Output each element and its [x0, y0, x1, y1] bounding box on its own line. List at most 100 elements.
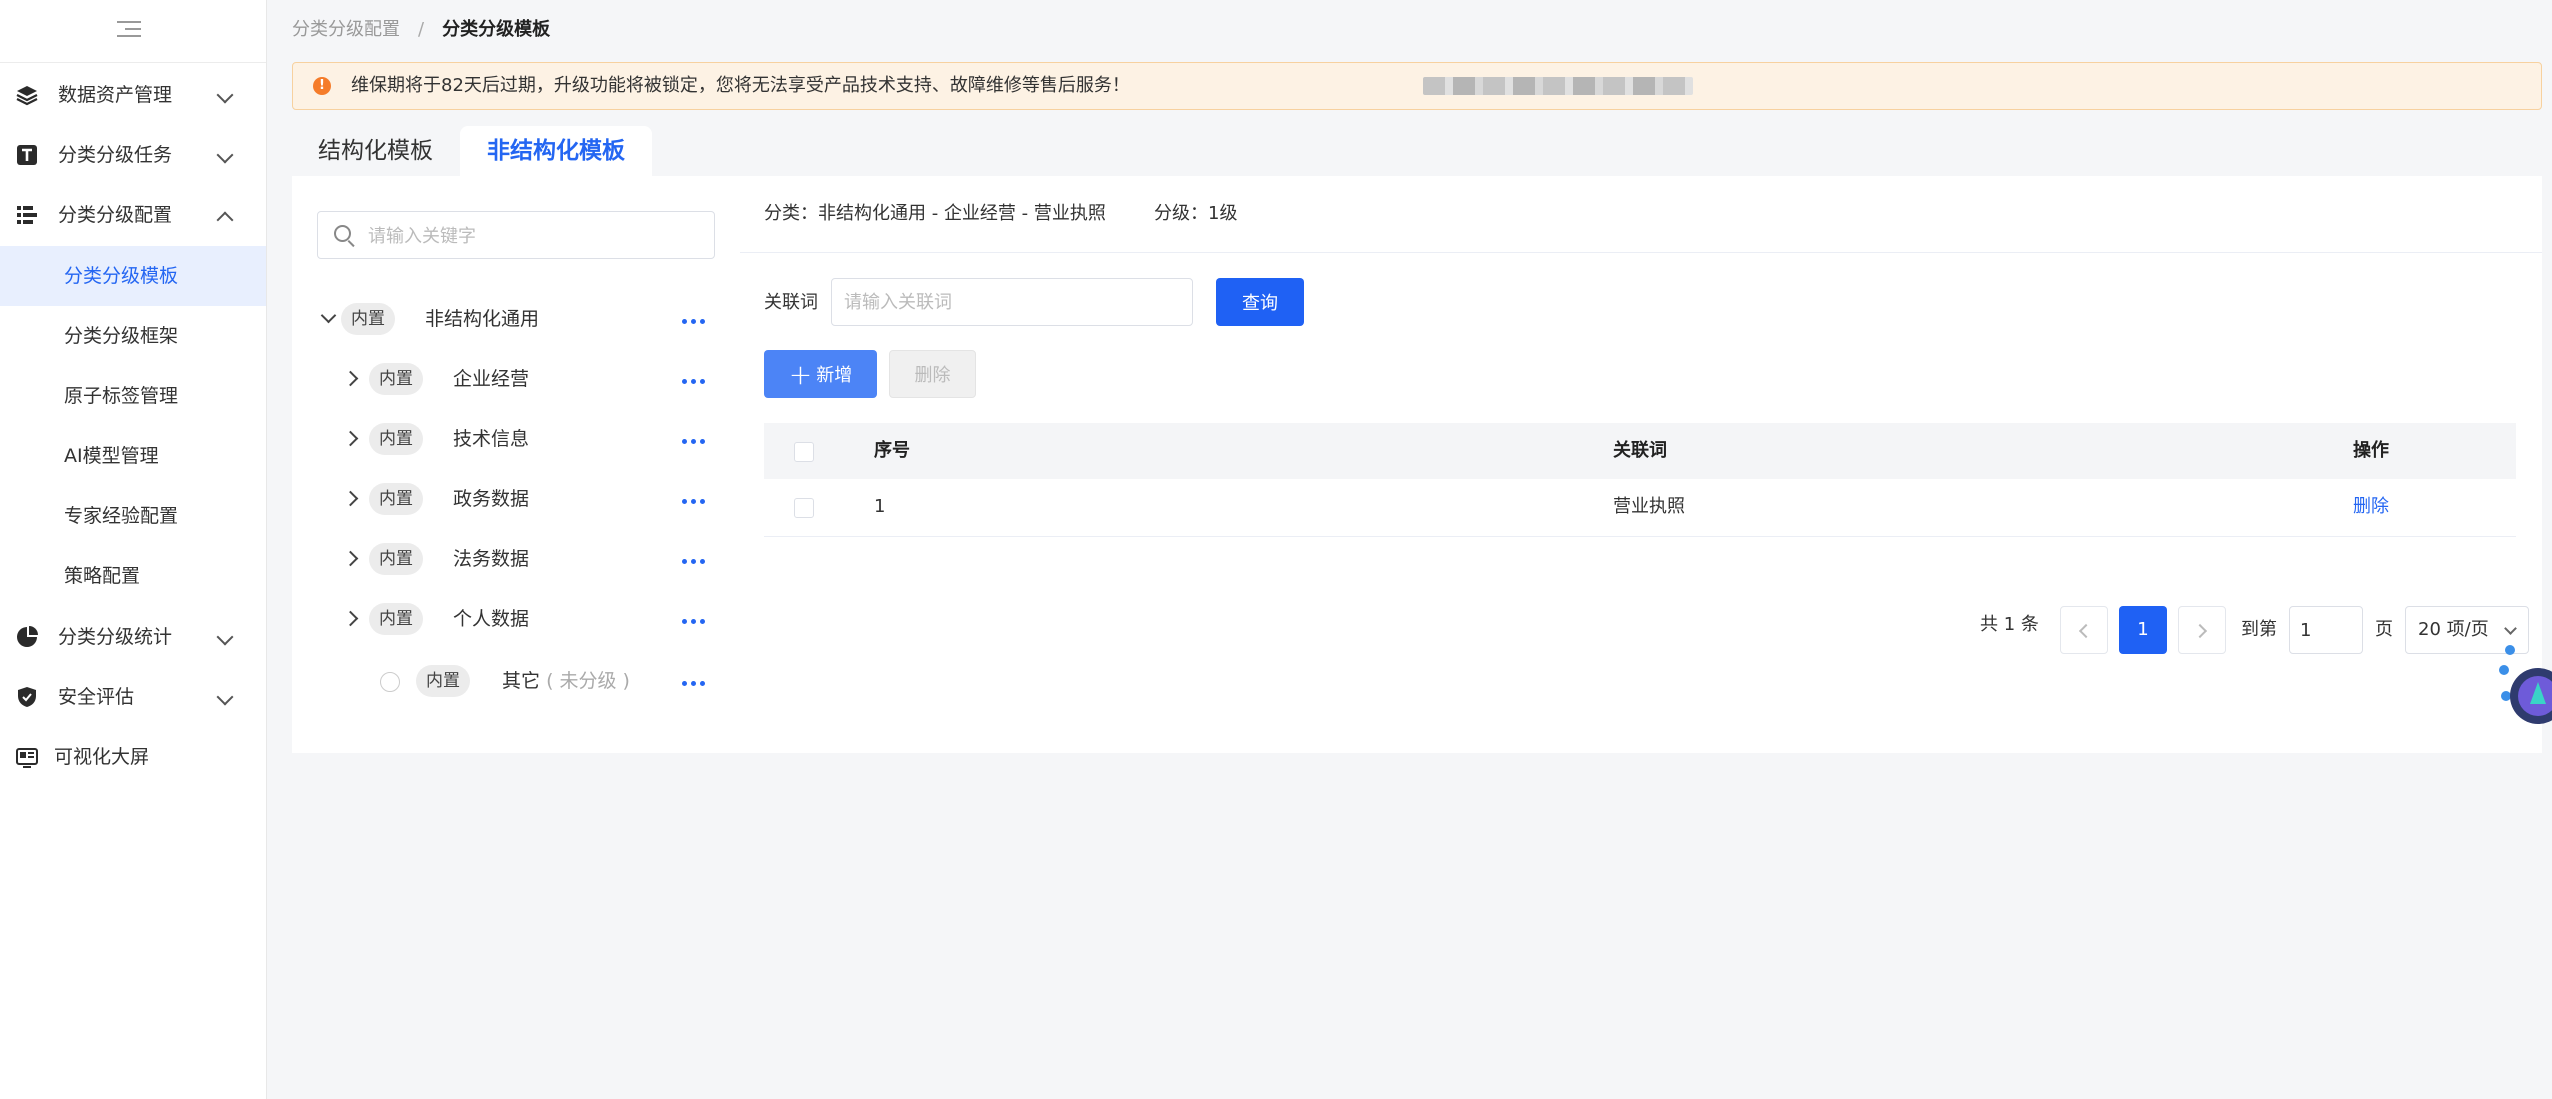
builtin-badge: 内置 [369, 603, 423, 635]
sidebar-subitem-ai-model[interactable]: AI模型管理 [0, 426, 266, 486]
builtin-badge: 内置 [369, 543, 423, 575]
screen-icon [16, 748, 38, 768]
more-icon[interactable] [681, 306, 709, 336]
table-row: 1 营业执照 删除 [764, 479, 2516, 537]
sidebar-subitem-label: 分类分级模板 [64, 265, 179, 287]
goto-label: 到第 [2241, 619, 2277, 640]
chevron-right-icon[interactable] [342, 430, 359, 447]
row-checkbox[interactable] [794, 498, 814, 518]
breadcrumb-separator: / [418, 19, 425, 40]
notice-text: 维保期将于82天后过期，升级功能将被锁定，您将无法享受产品技术支持、故障维修等售… [351, 75, 1130, 96]
tree-node-general[interactable]: 内置 非结构化通用 [317, 301, 737, 341]
chevron-down-icon [216, 688, 234, 706]
keyword-input[interactable] [831, 278, 1193, 326]
chevron-right-icon[interactable] [342, 370, 359, 387]
page-number-current[interactable]: 1 [2119, 606, 2167, 654]
tree-node-label: 其它 ( 未分级 ) [502, 670, 630, 692]
page-unit-label: 页 [2375, 619, 2393, 640]
expiry-notice: ! 维保期将于82天后过期，升级功能将被锁定，您将无法享受产品技术支持、故障维修… [292, 62, 2542, 110]
sidebar-subitem-template[interactable]: 分类分级模板 [0, 246, 266, 306]
tree-node-other[interactable]: 内置 其它 ( 未分级 ) [380, 663, 720, 703]
assistant-robot-icon[interactable] [2498, 640, 2552, 730]
more-icon[interactable] [681, 486, 709, 516]
row-keyword: 营业执照 [1613, 496, 1685, 517]
builtin-badge: 内置 [341, 303, 395, 335]
prev-page-button[interactable] [2060, 606, 2108, 654]
tree-node-tech[interactable]: 内置 技术信息 [342, 421, 725, 461]
builtin-badge: 内置 [369, 363, 423, 395]
sidebar-item-label: 数据资产管理 [58, 84, 173, 106]
more-icon[interactable] [681, 426, 709, 456]
breadcrumb-current: 分类分级模板 [442, 19, 551, 40]
next-page-button[interactable] [2178, 606, 2226, 654]
sidebar-subitem-label: 专家经验配置 [64, 505, 179, 527]
chevron-right-icon[interactable] [342, 610, 359, 627]
sidebar-item-security[interactable]: 安全评估 [0, 667, 266, 727]
tree-node-label: 法务数据 [453, 548, 530, 570]
tab-structured-template[interactable]: 结构化模板 [318, 126, 433, 176]
more-icon[interactable] [681, 606, 709, 636]
warning-icon: ! [313, 77, 331, 95]
more-icon[interactable] [681, 546, 709, 576]
row-index: 1 [874, 496, 886, 517]
tree-search-input[interactable] [366, 212, 700, 260]
pie-chart-icon [17, 626, 38, 647]
sidebar-subitem-label: AI模型管理 [64, 445, 159, 467]
sidebar-item-label: 分类分级任务 [58, 144, 173, 166]
query-button[interactable]: 查询 [1216, 278, 1304, 326]
table-header: 序号 关联词 操作 [764, 423, 2516, 479]
chevron-left-icon [2078, 623, 2094, 639]
sidebar-subitem-expert[interactable]: 专家经验配置 [0, 486, 266, 546]
add-button[interactable]: + 新增 [764, 350, 877, 398]
tree-node-government[interactable]: 内置 政务数据 [342, 481, 725, 521]
tree-node-legal[interactable]: 内置 法务数据 [342, 541, 725, 581]
sidebar-subitem-framework[interactable]: 分类分级框架 [0, 306, 266, 366]
breadcrumb-parent[interactable]: 分类分级配置 [292, 19, 400, 40]
chevron-right-icon [2192, 623, 2208, 639]
selection-info-bar: 分类：非结构化通用 - 企业经营 - 营业执照 分级：1级 [740, 178, 2542, 253]
category-path: 分类：非结构化通用 - 企业经营 - 营业执照 [764, 203, 1106, 224]
chevron-right-icon[interactable] [342, 490, 359, 507]
layers-icon [16, 86, 38, 106]
sidebar-item-task[interactable]: 分类分级任务 [0, 125, 266, 185]
sidebar-item-statistics[interactable]: 分类分级统计 [0, 607, 266, 667]
goto-page-input[interactable] [2289, 606, 2363, 654]
tree-node-personal[interactable]: 内置 个人数据 [342, 601, 725, 641]
menu-collapse-icon[interactable] [117, 18, 141, 40]
tab-unstructured-template[interactable]: 非结构化模板 [460, 126, 652, 176]
sidebar-subitem-atomic-tags[interactable]: 原子标签管理 [0, 366, 266, 426]
select-all-checkbox[interactable] [794, 442, 814, 462]
sidebar-item-bigscreen[interactable]: 可视化大屏 [0, 727, 266, 787]
sidebar-subitem-policy[interactable]: 策略配置 [0, 546, 266, 606]
tree-node-enterprise[interactable]: 内置 企业经营 [342, 361, 725, 401]
sidebar-item-config[interactable]: 分类分级配置 [0, 185, 266, 245]
more-icon[interactable] [681, 366, 709, 396]
chevron-down-icon [216, 86, 234, 104]
tree-node-radio[interactable] [380, 672, 400, 692]
config-list-icon [17, 206, 37, 224]
sidebar-subitem-label: 分类分级框架 [64, 325, 179, 347]
sidebar-item-data-asset[interactable]: 数据资产管理 [0, 65, 266, 125]
tree-node-label: 个人数据 [453, 608, 530, 630]
tree-node-label: 政务数据 [453, 488, 530, 510]
breadcrumb: 分类分级配置 / 分类分级模板 [292, 16, 550, 44]
row-delete-link[interactable]: 删除 [2353, 479, 2389, 535]
sidebar-divider [0, 62, 266, 63]
sidebar: 数据资产管理 分类分级任务 分类分级配置 分类分级模板 分类分级框架 原子标签管… [0, 0, 267, 1099]
delete-button[interactable]: 删除 [889, 350, 976, 398]
sidebar-subitem-label: 策略配置 [64, 565, 141, 587]
plus-icon: + [788, 357, 813, 391]
unclassified-suffix: ( 未分级 ) [546, 670, 630, 692]
more-icon[interactable] [681, 668, 709, 698]
shield-check-icon [18, 687, 36, 707]
tree-node-label: 非结构化通用 [425, 308, 540, 330]
chevron-down-icon[interactable] [320, 307, 337, 324]
keyword-label: 关联词 [764, 292, 818, 313]
sidebar-item-label: 安全评估 [58, 686, 135, 708]
tree-search-box [317, 211, 715, 260]
chevron-right-icon[interactable] [342, 550, 359, 567]
sidebar-item-label: 可视化大屏 [54, 746, 150, 768]
tree-node-label: 技术信息 [453, 428, 530, 450]
sidebar-item-label: 分类分级配置 [58, 204, 173, 226]
chevron-up-icon [216, 211, 234, 229]
